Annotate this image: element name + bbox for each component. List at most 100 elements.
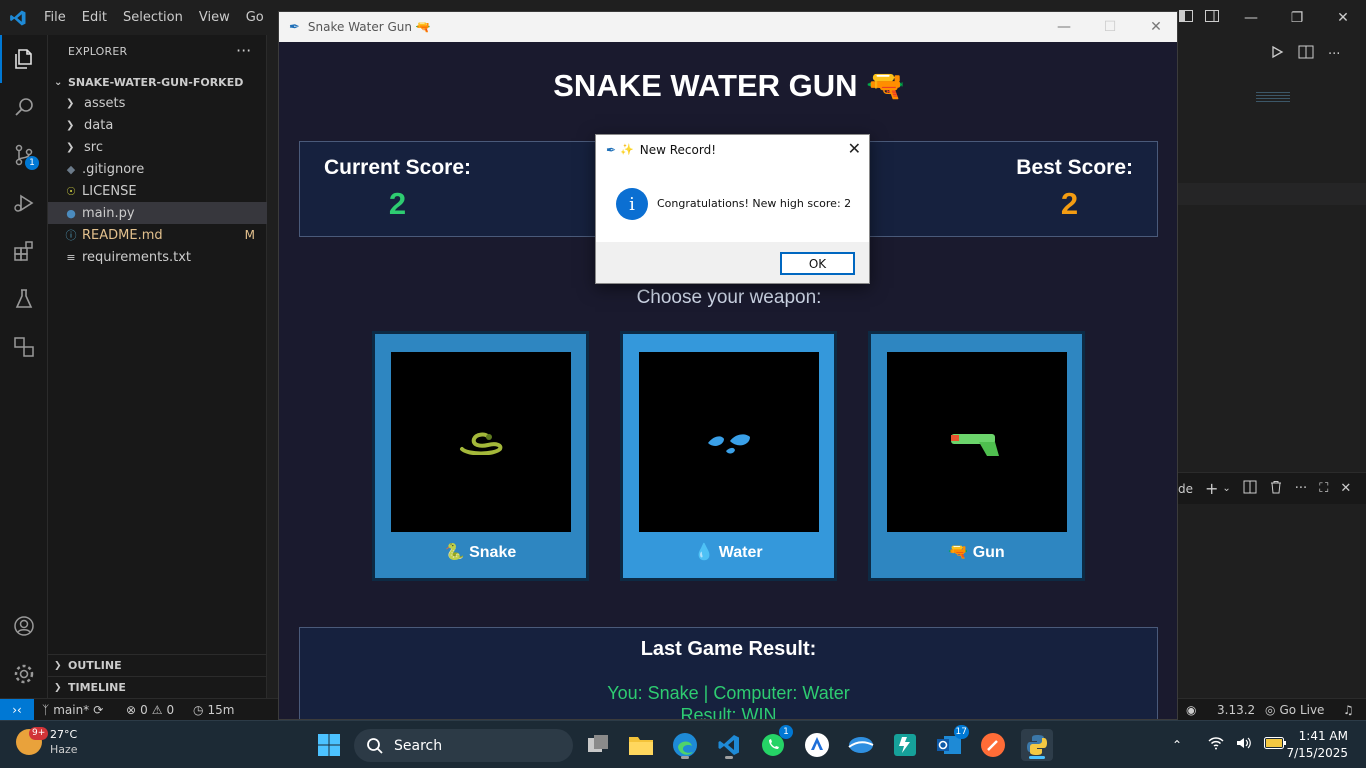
branch-indicator[interactable]: ᛉ main* ⟳ [42, 699, 103, 721]
battery-icon[interactable] [1264, 737, 1287, 753]
tree-item-label: LICENSE [82, 183, 137, 199]
terminal-app-icon[interactable] [889, 729, 921, 761]
search-icon[interactable] [0, 83, 48, 131]
weather-widget[interactable]: 9+ 27°C Haze [16, 727, 78, 757]
go-live-label: Go Live [1279, 703, 1325, 717]
timeline-label: TIMELINE [68, 681, 126, 694]
menu-edit[interactable]: Edit [74, 0, 115, 35]
tree-file-license[interactable]: ☉ LICENSE [48, 180, 267, 202]
split-editor-icon[interactable] [1298, 45, 1314, 63]
minimize-icon[interactable]: — [1041, 12, 1087, 42]
tree-file-readme[interactable]: ⓘ README.md M [48, 224, 267, 246]
whatsapp-icon[interactable]: 1 [757, 725, 793, 761]
source-control-icon[interactable]: 1 [0, 131, 48, 179]
app-store-icon[interactable] [801, 729, 833, 761]
restore-icon[interactable]: ❐ [1274, 0, 1320, 35]
account-icon[interactable] [0, 602, 48, 650]
workspace-folder-header[interactable]: ⌄ SNAKE-WATER-GUN-FORKED [48, 71, 267, 93]
current-score-label: Current Score: [324, 156, 472, 179]
run-icon[interactable] [1270, 45, 1284, 63]
water-image [639, 352, 819, 532]
trash-icon[interactable] [1269, 480, 1283, 498]
menu-go[interactable]: Go [238, 0, 272, 35]
edge-browser-icon[interactable] [669, 729, 701, 761]
tk-feather-icon: ✒ [606, 142, 617, 157]
tree-folder-assets[interactable]: ❯ assets [48, 92, 267, 114]
menu-file[interactable]: File [36, 0, 74, 35]
more-actions-icon[interactable]: ··· [236, 41, 251, 60]
result-choices: You: Snake | Computer: Water [607, 683, 850, 703]
browser-app-icon[interactable] [845, 729, 877, 761]
tree-file-requirements[interactable]: ≡ requirements.txt [48, 246, 267, 268]
task-view-icon[interactable] [582, 729, 614, 761]
editor-actions: ··· [1270, 45, 1340, 63]
new-terminal-icon[interactable]: + [1205, 479, 1218, 498]
chevron-right-icon: ❯ [54, 660, 62, 671]
game-window-title: Snake Water Gun 🔫 [307, 20, 431, 34]
game-heading: SNAKE WATER GUN 🔫 [553, 68, 905, 103]
tree-folder-src[interactable]: ❯ src [48, 136, 267, 158]
result-outcome: Result: WIN [680, 705, 777, 720]
split-terminal-icon[interactable] [1243, 480, 1257, 498]
chevron-right-icon: ❯ [54, 682, 62, 693]
tree-file-gitignore[interactable]: ◆ .gitignore [48, 158, 267, 180]
minimize-icon[interactable]: — [1228, 0, 1274, 35]
volume-icon[interactable] [1236, 736, 1252, 754]
remote-indicator[interactable]: ›‹ [0, 699, 34, 721]
explorer-sidebar: EXPLORER ··· ⌄ SNAKE-WATER-GUN-FORKED ❯ … [48, 35, 267, 698]
remote-explorer-icon[interactable] [0, 323, 48, 371]
dialog-titlebar: ✒ ✨ New Record! ✕ [596, 135, 869, 164]
running-indicator [725, 756, 733, 759]
chevron-down-icon[interactable]: ⌄ [1222, 483, 1230, 494]
outlook-icon[interactable]: 17 [933, 725, 969, 761]
water-button[interactable]: 💧 Water [620, 331, 837, 581]
maximize-icon[interactable]: ☐ [1087, 12, 1133, 42]
explorer-icon[interactable] [0, 35, 48, 83]
outline-section[interactable]: ❯ OUTLINE [48, 654, 267, 676]
wifi-icon[interactable] [1208, 736, 1224, 754]
run-debug-icon[interactable] [0, 179, 48, 227]
snake-button[interactable]: 🐍 Snake [372, 331, 589, 581]
more-actions-icon[interactable]: ··· [1328, 47, 1340, 62]
go-live-button[interactable]: ◎ Go Live [1265, 699, 1324, 721]
vscode-window-controls: — ❐ ✕ [1228, 0, 1366, 35]
tree-file-main-py[interactable]: ● main.py [48, 202, 267, 224]
notifications-button[interactable]: ♫ [1343, 699, 1354, 721]
clock[interactable]: 1:41 AM 7/15/2025 [1286, 728, 1348, 762]
ok-button[interactable]: OK [780, 252, 855, 275]
problems-indicator[interactable]: ⊗ 0 ⚠ 0 [126, 699, 174, 721]
vscode-taskbar-icon[interactable] [713, 729, 745, 761]
close-panel-icon[interactable]: ✕ [1340, 481, 1351, 496]
close-icon[interactable]: ✕ [1320, 0, 1366, 35]
chevron-up-icon[interactable]: ⌃ [1172, 738, 1182, 752]
gun-button[interactable]: 🔫 Gun [868, 331, 1085, 581]
timeline-section[interactable]: ❯ TIMELINE [48, 676, 267, 698]
more-actions-icon[interactable]: ··· [1295, 481, 1307, 496]
settings-gear-icon[interactable] [0, 650, 48, 698]
postman-icon[interactable] [977, 729, 1009, 761]
python-version[interactable]: 3.13.2 [1217, 699, 1255, 721]
toggle-panel-icon[interactable] [1178, 8, 1194, 28]
menu-selection[interactable]: Selection [115, 0, 191, 35]
tree-folder-data[interactable]: ❯ data [48, 114, 267, 136]
start-button[interactable] [313, 729, 345, 761]
terminal-tab-label[interactable]: de [1178, 482, 1193, 496]
testing-icon[interactable] [0, 275, 48, 323]
extensions-icon[interactable] [0, 227, 48, 275]
close-icon[interactable]: ✕ [848, 139, 861, 158]
close-icon[interactable]: ✕ [1133, 12, 1177, 42]
windows-taskbar: 9+ 27°C Haze Search 1 17 ⌃ 1:41 AM 7/15/… [0, 720, 1366, 768]
timer-indicator[interactable]: ◷ 15m [193, 699, 234, 721]
toggle-secondary-sidebar-icon[interactable] [1204, 8, 1220, 28]
menu-view[interactable]: View [191, 0, 238, 35]
outline-label: OUTLINE [68, 659, 122, 672]
copilot-indicator[interactable]: ◉ [1186, 699, 1196, 721]
current-score-value: 2 [388, 186, 407, 221]
python-app-icon[interactable] [1021, 729, 1053, 761]
maximize-panel-icon[interactable]: ⛶ [1319, 481, 1328, 496]
clock-date: 7/15/2025 [1286, 746, 1348, 760]
branch-name: main* [53, 703, 90, 717]
file-explorer-icon[interactable] [625, 729, 657, 761]
taskbar-search[interactable]: Search [354, 729, 573, 762]
bell-icon: ♫ [1343, 703, 1354, 717]
